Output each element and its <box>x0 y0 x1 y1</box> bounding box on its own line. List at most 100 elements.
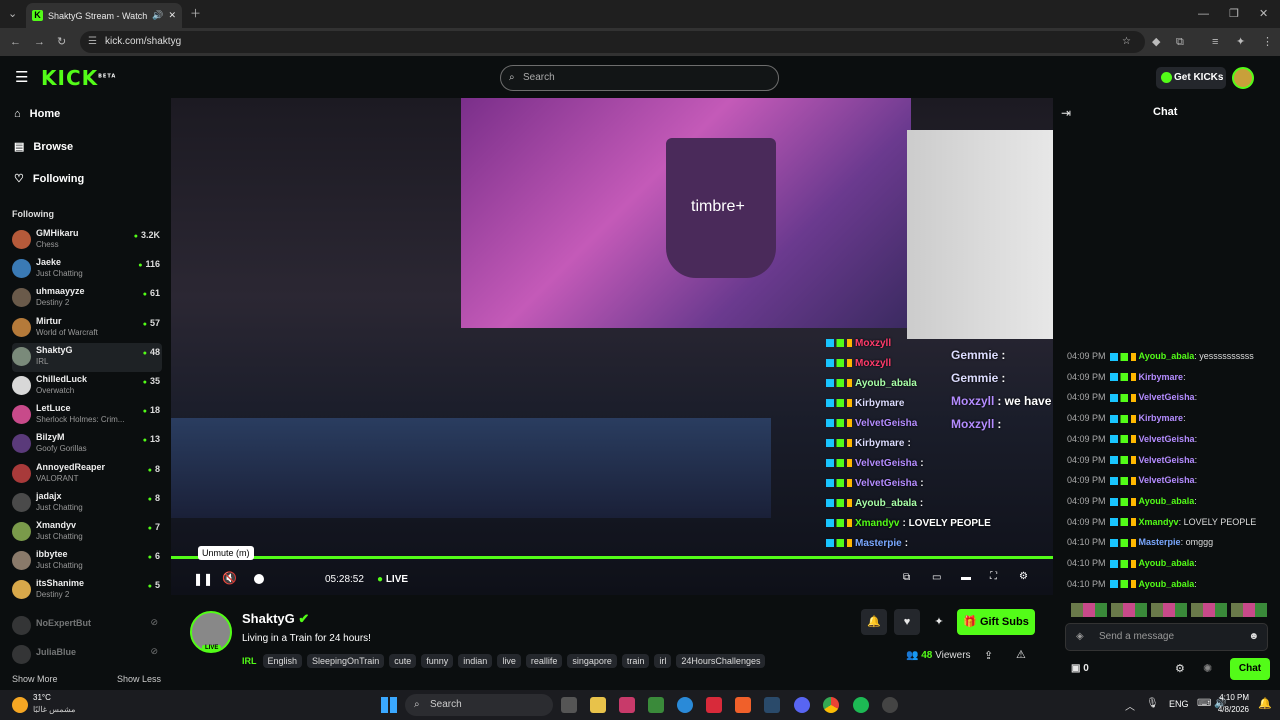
chat-username[interactable]: Ayoub_abala <box>1139 351 1195 361</box>
stream-tag[interactable]: indian <box>458 654 493 668</box>
follow-heart-icon[interactable]: ♥ <box>894 609 920 635</box>
extensions-puzzle-icon[interactable]: ⧉ <box>1176 28 1184 56</box>
following-channel[interactable]: GMHikaru Chess 3.2K <box>12 226 162 255</box>
app-icon[interactable] <box>706 697 722 713</box>
following-channel[interactable]: Xmandyv Just Chatting 7 <box>12 518 162 547</box>
stream-tag[interactable]: cute <box>389 654 417 668</box>
chat-username[interactable]: Kirbymare <box>1139 413 1184 423</box>
sparkle-icon[interactable]: ✦ <box>928 609 950 635</box>
menu-kebab-icon[interactable]: ⋮ <box>1262 28 1273 56</box>
stream-tag[interactable]: English <box>262 654 303 668</box>
following-channel[interactable]: JaekeJust Chatting 116 <box>12 255 162 284</box>
close-window-icon[interactable]: ✕ <box>1259 0 1268 28</box>
clock-date[interactable]: 4/8/2026 <box>1203 705 1249 714</box>
kicks-balance[interactable]: ▣ 0 <box>1071 663 1089 674</box>
back-icon[interactable]: ← <box>10 28 21 56</box>
stream-tag[interactable]: reallife <box>525 654 563 668</box>
progress-bar[interactable] <box>171 556 1053 559</box>
chat-username[interactable]: VelvetGeisha <box>1139 434 1195 444</box>
chat-username[interactable]: VelvetGeisha <box>1139 455 1195 465</box>
xbox-icon[interactable] <box>648 697 664 713</box>
stream-tag[interactable]: irl <box>654 654 672 668</box>
mic-icon[interactable]: 🎙 <box>1146 698 1159 709</box>
reload-icon[interactable]: ↻ <box>57 28 66 56</box>
volume-slider[interactable] <box>254 574 264 584</box>
clip-icon[interactable]: ▭ <box>932 572 941 583</box>
user-avatar[interactable] <box>1232 67 1254 89</box>
following-channel[interactable]: MirturWorld of Warcraft 57 <box>12 314 162 343</box>
chat-emote-icon[interactable]: ◈ <box>1076 624 1084 650</box>
following-channel[interactable]: ibbyteeJust Chatting 6 <box>12 547 162 576</box>
chat-username[interactable]: Ayoub_abala <box>1139 496 1195 506</box>
report-icon[interactable]: ⚠ <box>1016 648 1026 661</box>
following-channel[interactable]: LetLuceSherlock Holmes: Crim... 18 <box>12 401 162 430</box>
app-icon[interactable] <box>561 697 577 713</box>
chat-gear-badge-icon[interactable]: ✺ <box>1203 662 1212 675</box>
offline-channel[interactable]: JuliaBlue ⊘ <box>12 644 162 666</box>
live-indicator[interactable]: ● LIVE <box>377 574 408 585</box>
reading-list-icon[interactable]: ≡ <box>1212 28 1218 56</box>
chat-username[interactable]: Kirbymare <box>1139 372 1184 382</box>
chat-username[interactable]: Masterpie <box>1139 537 1181 547</box>
following-channel[interactable]: AnnoyedReaperVALORANT 8 <box>12 460 162 489</box>
taskbar-search[interactable]: ⌕ Search <box>405 694 553 716</box>
discord-icon[interactable] <box>794 697 810 713</box>
get-kicks-button[interactable]: Get KICKs <box>1156 67 1226 89</box>
app-icon[interactable] <box>882 697 898 713</box>
share-icon[interactable]: ⇪ <box>984 649 993 662</box>
brave-icon[interactable] <box>735 697 751 713</box>
chat-send-button[interactable]: Chat <box>1230 658 1270 680</box>
search-input[interactable]: ⌕ Search <box>500 65 779 91</box>
following-channel[interactable]: uhmaayyzeDestiny 2 61 <box>12 284 162 313</box>
offline-channel[interactable]: NoExpertBut ⊘ <box>12 615 162 637</box>
chat-username[interactable]: Xmandyv <box>1139 517 1179 527</box>
following-channel[interactable]: BilzyMGoofy Gorillas 13 <box>12 430 162 459</box>
chat-username[interactable]: Ayoub_abala <box>1139 558 1195 568</box>
notifications-icon[interactable]: 🔔 <box>1258 697 1272 710</box>
chat-username[interactable]: VelvetGeisha <box>1139 475 1195 485</box>
stream-tag[interactable]: train <box>621 654 650 668</box>
pip-icon[interactable]: ⧉ <box>903 572 910 583</box>
stream-tag[interactable]: singapore <box>567 654 617 668</box>
tab-close-icon[interactable]: ✕ <box>168 10 176 21</box>
following-channel[interactable]: ChilledLuck Overwatch 35 <box>12 372 162 401</box>
kick-logo[interactable]: KICKBETA <box>41 66 116 90</box>
stream-tag[interactable]: SleepingOnTrain <box>307 654 385 668</box>
tray-chevron-icon[interactable]: ︿ <box>1125 698 1135 713</box>
speaker-icon[interactable]: 🔊 <box>152 10 163 21</box>
tab-search-icon[interactable]: ⌄ <box>8 0 17 28</box>
theater-mode-icon[interactable]: ▬ <box>961 572 971 583</box>
settings-gear-icon[interactable]: ⚙ <box>1019 571 1028 582</box>
hamburger-menu-icon[interactable]: ☰ <box>15 68 28 86</box>
minimize-icon[interactable]: — <box>1198 0 1209 28</box>
chat-settings-icon[interactable]: ⚙ <box>1175 662 1185 675</box>
muted-speaker-icon[interactable]: 🔇 <box>222 571 237 585</box>
nav-following[interactable]: ♡ Following <box>14 172 84 186</box>
nav-home[interactable]: ⌂ Home <box>14 108 60 120</box>
profile-icon[interactable]: ✦ <box>1236 28 1245 56</box>
maximize-icon[interactable]: ❐ <box>1229 0 1239 28</box>
stream-tag[interactable]: 24HoursChallenges <box>676 654 766 668</box>
category-link[interactable]: IRL <box>242 656 257 666</box>
chrome-icon[interactable] <box>823 697 839 713</box>
windows-start-icon[interactable] <box>381 697 397 713</box>
file-explorer-icon[interactable] <box>590 697 606 713</box>
stream-tag[interactable]: live <box>497 654 521 668</box>
following-channel[interactable]: jadajxJust Chatting 8 <box>12 489 162 518</box>
following-channel[interactable]: ShaktyGIRL 48 <box>12 342 162 372</box>
browser-tab[interactable]: K ShaktyG Stream - Watch Li 🔊 ✕ <box>26 3 182 28</box>
pause-icon[interactable]: ❚❚ <box>193 572 213 586</box>
spotify-icon[interactable] <box>853 697 869 713</box>
clock-time[interactable]: 4:10 PM <box>1203 693 1249 702</box>
show-more-button[interactable]: Show More <box>12 674 58 684</box>
stream-tag[interactable]: funny <box>421 654 454 668</box>
streamer-name[interactable]: ShaktyG ✔ <box>242 611 309 627</box>
gift-subs-button[interactable]: 🎁 Gift Subs <box>957 609 1035 635</box>
new-tab-icon[interactable]: ＋ <box>190 0 201 28</box>
edge-icon[interactable] <box>677 697 693 713</box>
nav-browse[interactable]: ▤ Browse <box>14 140 73 154</box>
collapse-chat-icon[interactable]: ⇥ <box>1061 106 1071 120</box>
weather-icon[interactable] <box>12 697 28 713</box>
emoji-icon[interactable]: ☻ <box>1248 624 1259 650</box>
bookmark-star-icon[interactable]: ☆ <box>1122 31 1131 53</box>
